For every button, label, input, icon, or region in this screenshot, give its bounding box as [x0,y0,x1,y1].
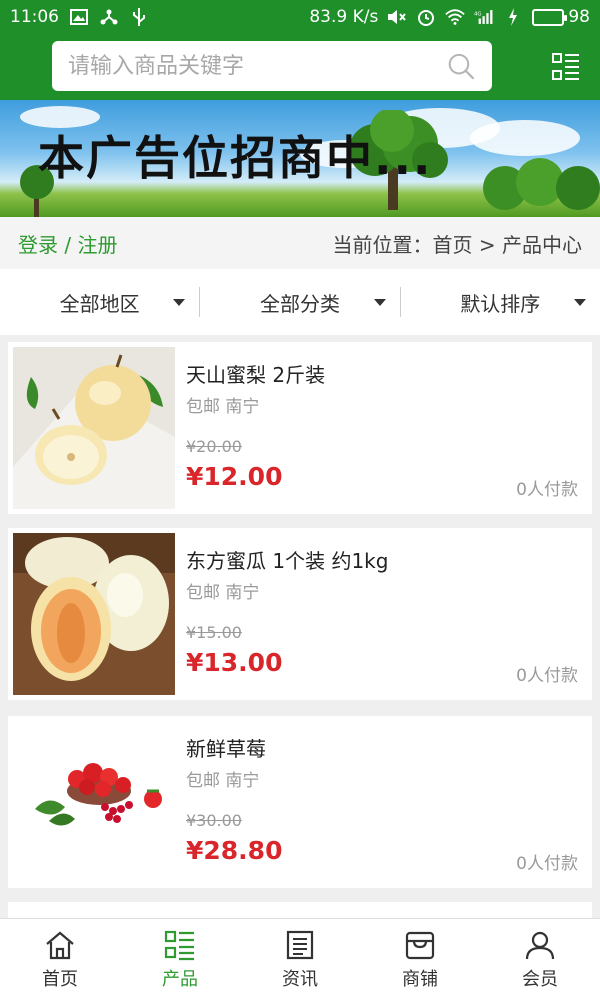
chevron-down-icon [573,299,586,306]
search-input[interactable] [68,53,447,79]
nav-news-label: 资讯 [282,968,318,990]
bottom-nav: 首页 产品 资讯 商铺 会员 [0,918,600,1000]
filter-sort[interactable]: 默认排序 [399,287,600,317]
product-price: ¥13.00 [186,648,283,677]
product-shipping: 包邮 南宁 [186,771,260,791]
nav-home[interactable]: 首页 [0,919,120,1000]
product-name[interactable]: 东方蜜瓜 1个装 约1kg [186,545,388,574]
battery-level: 98 [568,7,590,27]
filter-category[interactable]: 全部分类 [199,287,399,317]
breadcrumb: 当前位置：首页 > 产品中心 [332,232,582,257]
status-bar: 11:06 83.9 K/s 4G 98 [0,0,600,34]
product-shipping: 包邮 南宁 [186,397,260,417]
network-speed: 83.9 K/s [309,7,379,27]
svg-text:4G: 4G [474,11,482,17]
filter-bar: 全部地区 全部分类 默认排序 [0,269,600,335]
category-menu-icon[interactable] [551,52,581,82]
charging-icon [503,7,523,27]
product-price: ¥28.80 [186,836,283,865]
product-original-price: ¥30.00 [186,811,242,830]
nav-stores[interactable]: 商铺 [360,919,480,1000]
search-icon[interactable] [446,50,476,82]
news-icon [286,930,314,959]
signal-icon: 4G [474,7,494,27]
product-card[interactable]: 新鲜草莓 包邮 南宁 ¥30.00 ¥28.80 0人付款 [8,716,592,888]
image-notification-icon [69,7,89,27]
product-image-pear[interactable] [13,347,175,509]
alarm-icon [416,7,436,27]
chevron-down-icon [373,299,386,306]
filter-sort-label: 默认排序 [460,291,541,316]
product-sold-count: 0人付款 [516,854,578,874]
filter-region[interactable]: 全部地区 [0,287,199,317]
product-image-strawberry[interactable] [13,721,175,883]
filter-category-label: 全部分类 [259,291,340,316]
wifi-icon [445,7,466,27]
ad-banner[interactable]: 本广告位招商中... [0,100,600,217]
product-original-price: ¥15.00 [186,623,242,642]
product-name[interactable]: 天山蜜梨 2斤装 [186,359,325,388]
product-price: ¥12.00 [186,462,283,491]
mute-icon [387,7,407,27]
chevron-down-icon [173,299,186,306]
product-image-melon[interactable] [13,533,175,695]
nav-member-label: 会员 [522,968,558,990]
nav-stores-label: 商铺 [402,968,438,990]
nav-home-label: 首页 [42,968,78,990]
usb-icon [129,7,149,27]
login-bar: 登录 / 注册 当前位置：首页 > 产品中心 [0,217,600,269]
register-link[interactable]: 注册 [77,233,117,257]
nav-products[interactable]: 产品 [120,919,240,1000]
nav-member[interactable]: 会员 [480,919,600,1000]
nav-news[interactable]: 资讯 [240,919,360,1000]
search-box[interactable] [52,41,492,91]
share-notification-icon [99,7,119,27]
home-icon [46,931,74,959]
product-name[interactable]: 新鲜草莓 [186,733,266,762]
auth-links: 登录 / 注册 [18,229,117,258]
battery-indicator: 98 [532,7,590,27]
product-card[interactable]: 东方蜜瓜 1个装 约1kg 包邮 南宁 ¥15.00 ¥13.00 0人付款 [8,528,592,700]
product-original-price: ¥20.00 [186,437,242,456]
product-sold-count: 0人付款 [516,480,578,500]
product-shipping: 包邮 南宁 [186,583,260,603]
login-link[interactable]: 登录 [18,233,58,257]
user-icon [525,931,555,959]
filter-region-label: 全部地区 [59,291,140,316]
store-icon [405,931,435,959]
battery-icon [532,8,568,26]
top-header [0,34,600,100]
banner-text: 本广告位招商中... [38,131,433,185]
nav-products-label: 产品 [162,968,198,990]
product-card[interactable] [8,902,592,918]
auth-separator: / [58,232,78,257]
product-card[interactable]: 天山蜜梨 2斤装 包邮 南宁 ¥20.00 ¥12.00 0人付款 [8,342,592,514]
list-icon [164,930,194,960]
clock-time: 11:06 [10,7,59,27]
product-sold-count: 0人付款 [516,666,578,686]
